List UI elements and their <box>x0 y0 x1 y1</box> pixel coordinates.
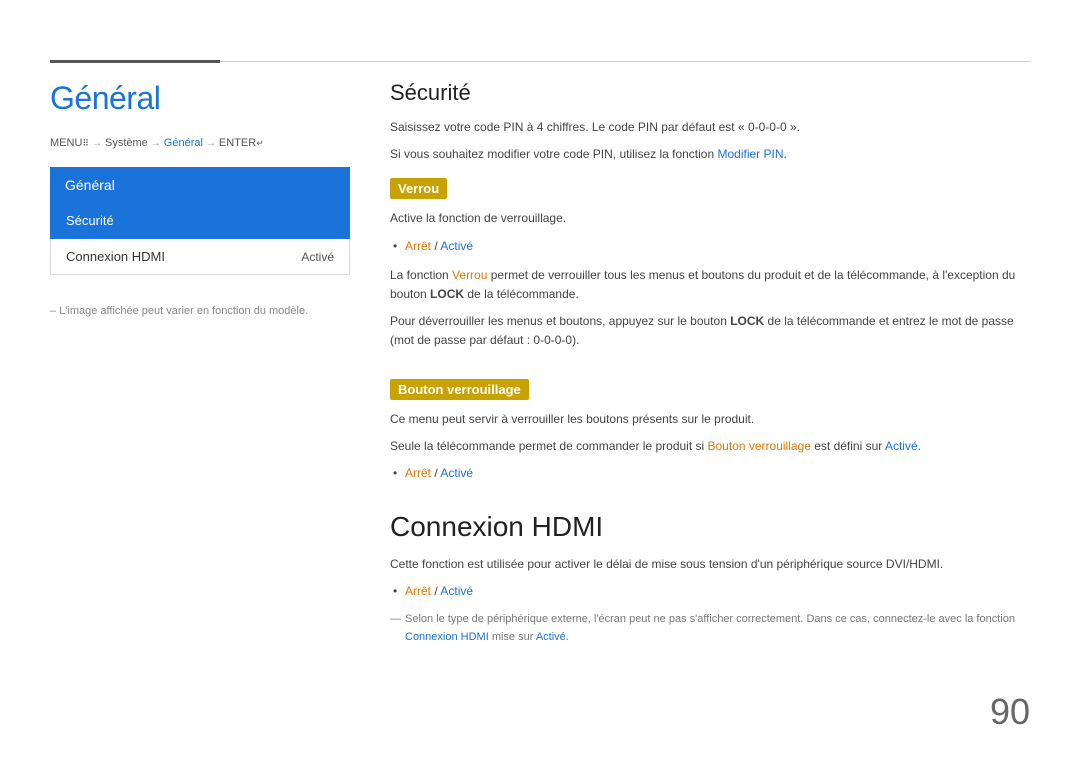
top-line-light <box>220 61 1030 62</box>
verrou-para2: Pour déverrouiller les menus et boutons,… <box>390 312 1030 350</box>
nav-item-securite[interactable]: Sécurité <box>50 203 350 239</box>
nav-item-connexion-hdmi[interactable]: Connexion HDMI Activé <box>50 239 350 275</box>
bouton-arrêt: Arrêt <box>405 466 431 480</box>
verrou-badge: Verrou <box>390 178 447 199</box>
top-line-dark <box>50 60 220 63</box>
page-title: Général <box>50 80 350 117</box>
section-connexion-hdmi: Connexion HDMI Cette fonction est utilis… <box>390 511 1030 647</box>
bouton-badge: Bouton verrouillage <box>390 379 529 400</box>
verrou-options-list: Arrêt / Activé <box>390 237 1030 256</box>
verrou-sep: / <box>431 239 440 253</box>
hdmi-title: Connexion HDMI <box>390 511 1030 543</box>
modifier-pin-link[interactable]: Modifier PIN <box>718 147 784 161</box>
hdmi-note: Selon le type de périphérique externe, l… <box>390 611 1030 646</box>
verrou-desc: Active la fonction de verrouillage. <box>390 209 1030 228</box>
image-note: L'image affichée peut varier en fonction… <box>50 305 350 317</box>
nav-box: Général Sécurité Connexion HDMI Activé <box>50 167 350 275</box>
lock-bold2: LOCK <box>730 314 764 328</box>
securite-intro2: Si vous souhaitez modifier votre code PI… <box>390 145 1030 164</box>
verrou-options-item: Arrêt / Activé <box>405 237 1030 256</box>
nav-item-connexion-hdmi-label: Connexion HDMI <box>66 249 165 264</box>
nav-header: Général <box>50 167 350 203</box>
verrou-arrêt: Arrêt <box>405 239 431 253</box>
hdmi-sep: / <box>431 584 440 598</box>
securite-title: Sécurité <box>390 80 1030 106</box>
breadcrumb-sep1: → <box>92 138 102 149</box>
bouton-active: Activé <box>440 466 473 480</box>
subsection-verrou: Verrou Active la fonction de verrouillag… <box>390 178 1030 350</box>
bouton-options-list: Arrêt / Activé <box>390 464 1030 483</box>
securite-intro1: Saisissez votre code PIN à 4 chiffres. L… <box>390 118 1030 137</box>
hdmi-note-active: Activé <box>536 631 566 643</box>
securite-intro2-suffix: . <box>784 147 787 161</box>
bouton-desc: Ce menu peut servir à verrouiller les bo… <box>390 410 1030 429</box>
top-lines <box>50 60 1030 63</box>
subsection-bouton: Bouton verrouillage Ce menu peut servir … <box>390 379 1030 484</box>
hdmi-options-list: Arrêt / Activé <box>390 582 1030 601</box>
securite-intro2-prefix: Si vous souhaitez modifier votre code PI… <box>390 147 718 161</box>
page-number: 90 <box>990 691 1030 733</box>
section-securite: Sécurité Saisissez votre code PIN à 4 ch… <box>390 80 1030 483</box>
breadcrumb: MENU⠿ → Système → Général → ENTER↵ <box>50 137 350 149</box>
hdmi-note-link: Connexion HDMI <box>405 631 489 643</box>
bouton-verrouillage-link: Bouton verrouillage <box>708 439 811 453</box>
verrou-link: Verrou <box>452 268 487 282</box>
nav-item-securite-label: Sécurité <box>66 213 114 228</box>
verrou-active: Activé <box>440 239 473 253</box>
left-panel: Général MENU⠿ → Système → Général → ENTE… <box>50 80 350 317</box>
breadcrumb-sep3: → <box>206 138 216 149</box>
breadcrumb-sep2: → <box>151 138 161 149</box>
nav-item-connexion-hdmi-value: Activé <box>301 250 334 264</box>
breadcrumb-enter: ENTER↵ <box>219 137 264 149</box>
bouton-active-link: Activé <box>885 439 918 453</box>
hdmi-desc: Cette fonction est utilisée pour activer… <box>390 555 1030 574</box>
breadcrumb-general: Général <box>164 137 203 149</box>
hdmi-active: Activé <box>440 584 473 598</box>
bouton-para: Seule la télécommande permet de commande… <box>390 437 1030 456</box>
breadcrumb-system: Système <box>105 137 148 149</box>
breadcrumb-menu: MENU⠿ <box>50 137 89 149</box>
hdmi-arrêt: Arrêt <box>405 584 431 598</box>
right-panel: Sécurité Saisissez votre code PIN à 4 ch… <box>390 80 1030 647</box>
verrou-para1: La fonction Verrou permet de verrouiller… <box>390 266 1030 304</box>
hdmi-options-item: Arrêt / Activé <box>405 582 1030 601</box>
bouton-options-item: Arrêt / Activé <box>405 464 1030 483</box>
lock-bold: LOCK <box>430 287 464 301</box>
bouton-sep: / <box>431 466 440 480</box>
